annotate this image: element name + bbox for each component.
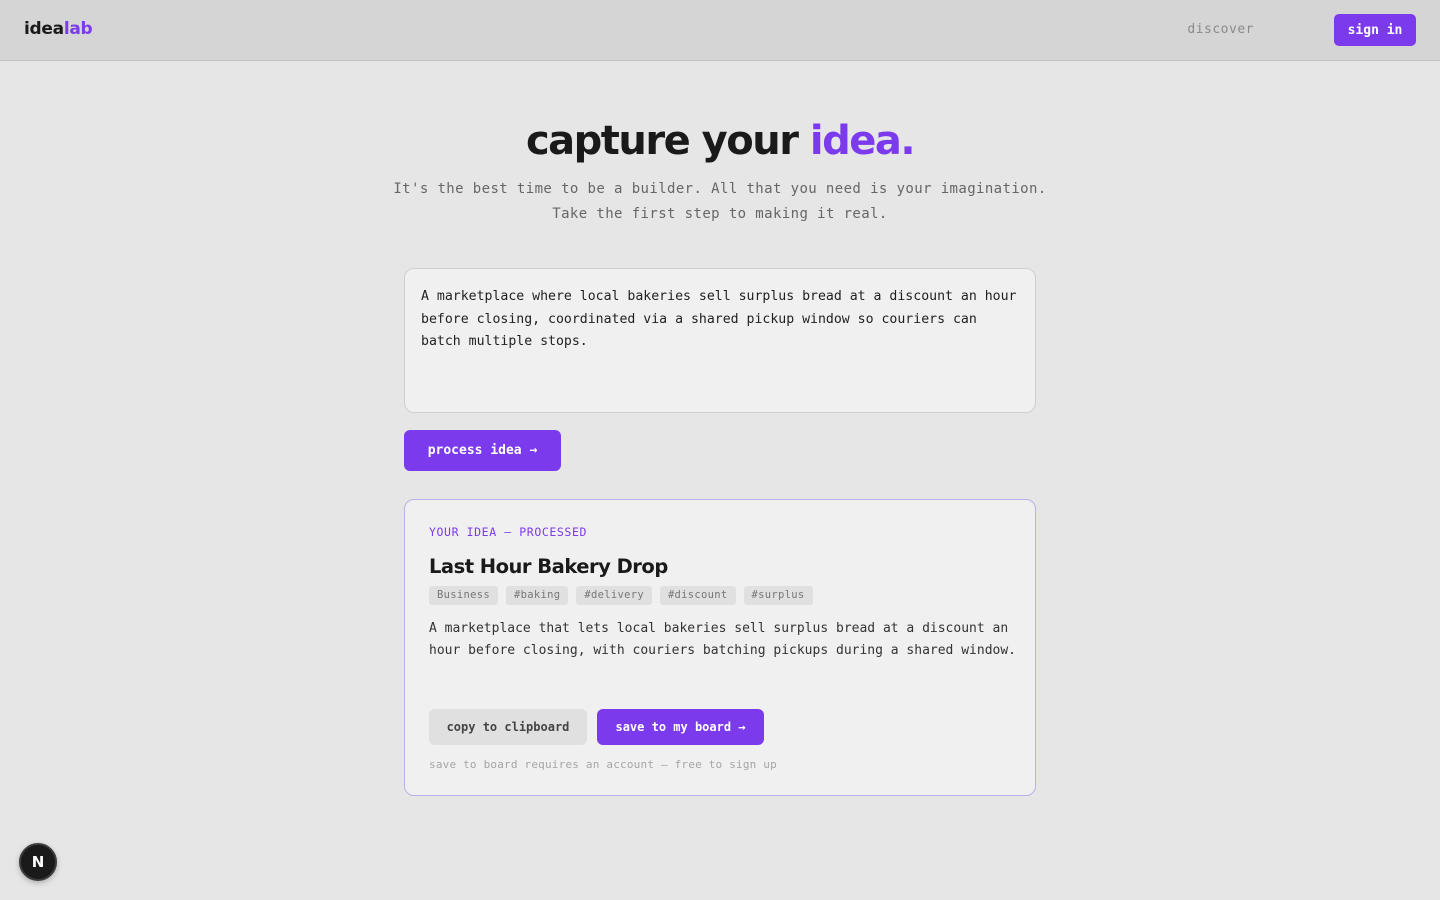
title-main: capture your	[525, 118, 810, 164]
result-title: Last Hour Bakery Drop	[429, 555, 668, 578]
nextjs-icon[interactable]: N	[19, 843, 57, 881]
tag-item: #baking	[505, 586, 569, 605]
tag-item: #discount	[659, 586, 736, 605]
copy-to-clipboard-button[interactable]: copy to clipboard	[429, 709, 587, 745]
title-accent: idea.	[809, 118, 916, 164]
result-eyebrow: YOUR IDEA — PROCESSED	[429, 525, 587, 539]
subtitle-line-2: Take the first step to making it real.	[552, 206, 888, 222]
page-title: capture your idea.	[0, 118, 1440, 164]
badge-letter: N	[31, 853, 45, 871]
subtitle-line-1: It's the best time to be a builder. All …	[393, 181, 1047, 197]
sign-in-button[interactable]: sign in	[1334, 14, 1416, 46]
tag-item: #delivery	[576, 586, 652, 605]
discover-link[interactable]: discover	[1187, 22, 1254, 37]
save-to-board-button[interactable]: save to my board →	[597, 709, 764, 745]
logo-part-lab: lab	[63, 19, 93, 39]
top-bar: idealab discover sign in	[0, 0, 1440, 61]
tag-list: Business #baking #delivery #discount #su…	[429, 586, 813, 605]
result-card: YOUR IDEA — PROCESSED Last Hour Bakery D…	[404, 499, 1036, 796]
result-description: A marketplace that lets local bakeries s…	[429, 621, 1016, 658]
idea-input[interactable]: A marketplace where local bakeries sell …	[404, 268, 1036, 413]
tag-item: #surplus	[743, 586, 813, 605]
logo[interactable]: idealab	[24, 19, 93, 39]
save-note: save to board requires an account — free…	[429, 758, 777, 771]
process-idea-button[interactable]: process idea →	[404, 430, 561, 471]
tag-category: Business	[429, 586, 498, 605]
logo-part-idea: idea	[24, 19, 64, 39]
